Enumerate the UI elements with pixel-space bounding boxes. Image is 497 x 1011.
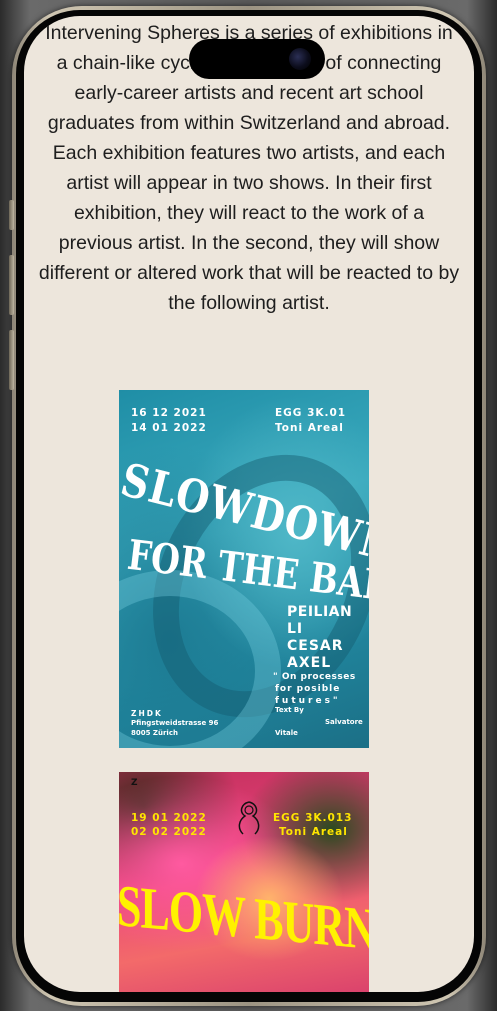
poster-logo-letter: Z — [131, 778, 139, 788]
poster-text-by-first-name: Salvatore — [325, 718, 363, 726]
front-camera-icon — [289, 48, 311, 70]
volume-up-button — [9, 255, 14, 315]
poster-title-slow-burner: SLOW BURNER — [119, 872, 369, 969]
poster-dates-end: 02 02 2022 — [131, 826, 207, 838]
exhibition-poster-slow-burner[interactable]: Z 19 01 2022 02 02 2022 EGG 3K.013 Toni … — [119, 772, 369, 992]
poster-dates-end: 14 01 2022 — [131, 422, 207, 434]
poster-school: ZHDK — [131, 709, 163, 718]
poster-tagline-2: for posible — [275, 684, 341, 694]
dynamic-island — [189, 39, 325, 79]
poster-address-street: Pfingstweidstrasse 96 — [131, 719, 219, 727]
poster-artist2-first-name: CESAR — [287, 638, 344, 654]
poster-tagline-3: futures" — [275, 696, 341, 706]
poster-artist2-last-name: AXEL — [287, 655, 332, 671]
poster-venue-name: Toni Areal — [279, 826, 348, 838]
poster-artist-first-name: PEILIAN — [287, 604, 353, 620]
poster-dates-start: 16 12 2021 — [131, 407, 207, 419]
figure-sketch-icon — [238, 801, 260, 835]
poster-tagline-1: " On processes — [273, 672, 356, 682]
poster-text-by-label: Text By — [275, 706, 304, 714]
poster-dates-start: 19 01 2022 — [131, 812, 207, 824]
poster-venue-name: Toni Areal — [275, 422, 344, 434]
poster-venue-room: EGG 3K.013 — [273, 812, 353, 824]
poster-text-by-last-name: Vitale — [275, 729, 298, 737]
poster-artist-last-name: LI — [287, 621, 304, 637]
exhibition-poster-slowdown[interactable]: 16 12 2021 14 01 2022 EGG 3K.01 Toni Are… — [119, 390, 369, 748]
poster-venue-room: EGG 3K.01 — [275, 407, 347, 419]
action-button — [9, 200, 14, 230]
volume-down-button — [9, 330, 14, 390]
poster-address-city: 8005 Zürich — [131, 729, 178, 737]
phone-screen[interactable]: Intervening Spheres is a series of exhib… — [24, 16, 474, 992]
